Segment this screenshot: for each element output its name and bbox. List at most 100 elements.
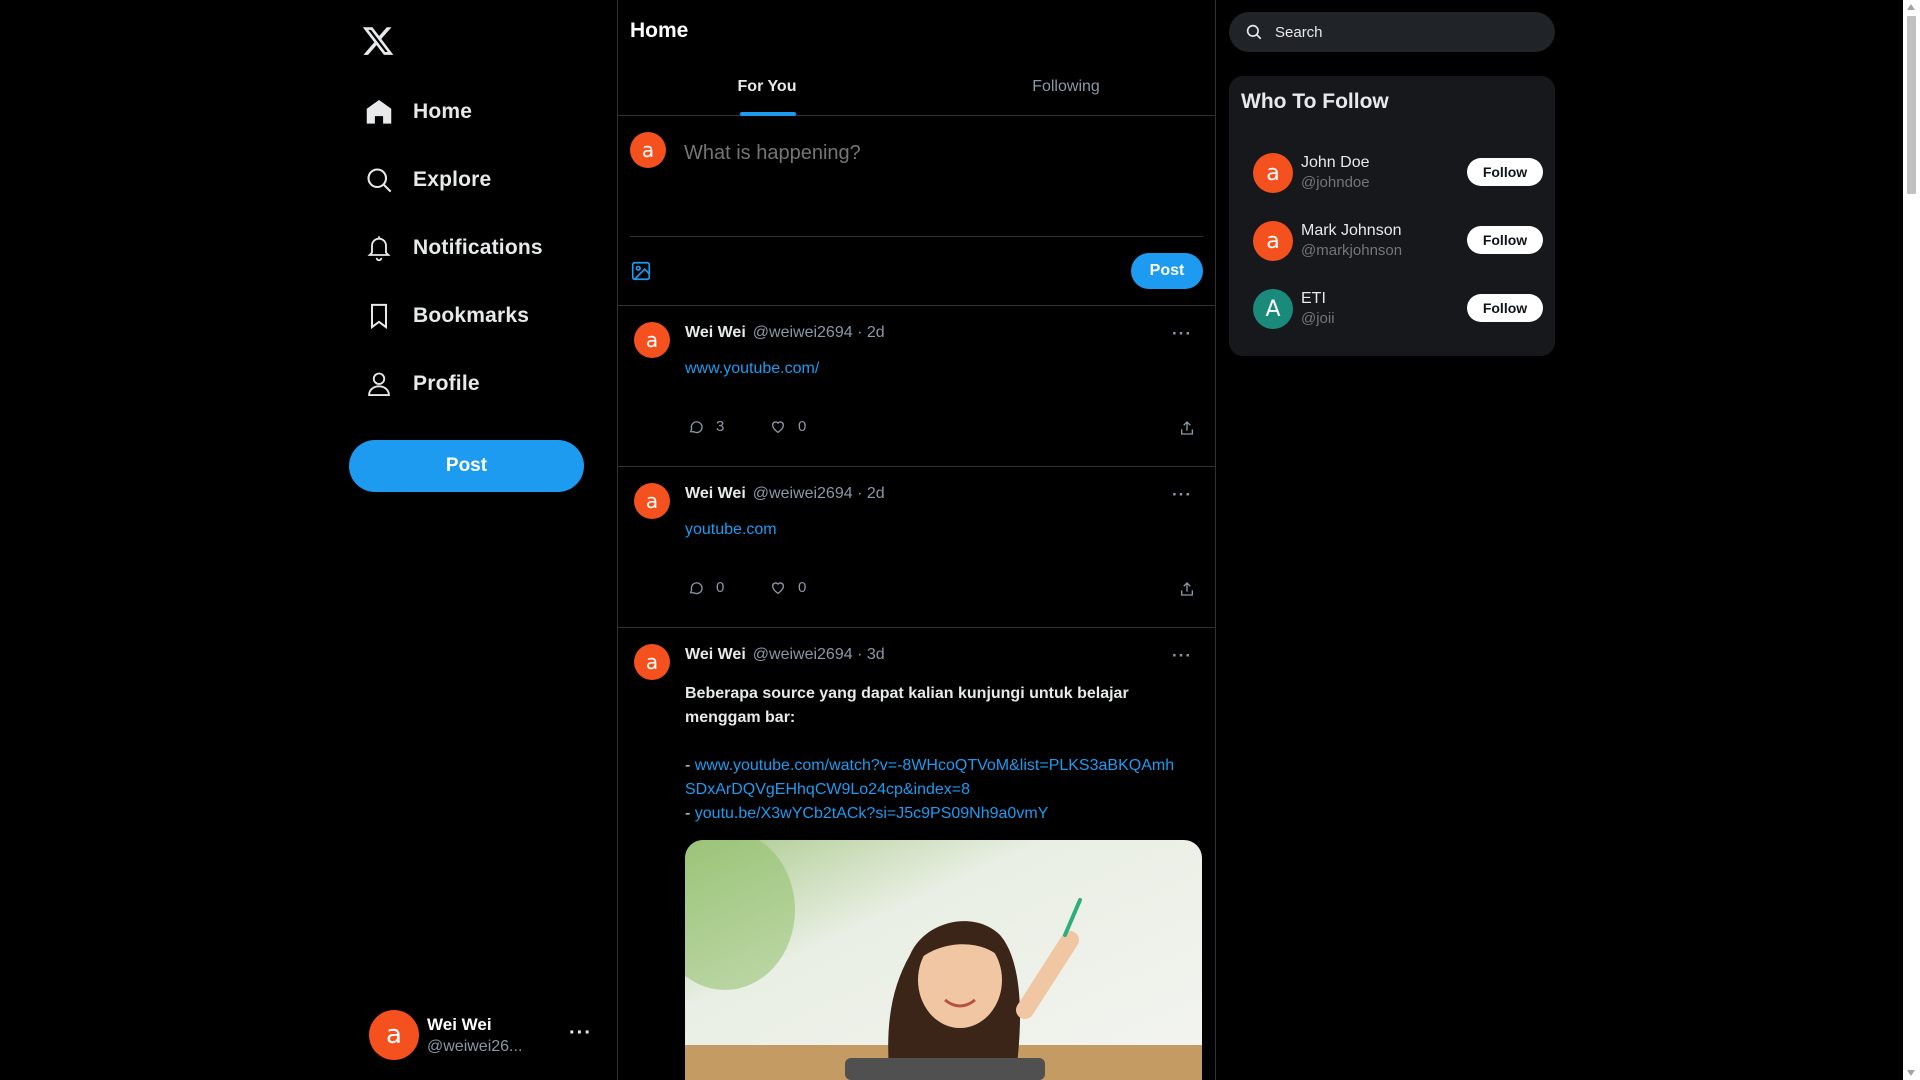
follow-button[interactable]: Follow (1467, 226, 1543, 254)
like-count: 0 (798, 418, 807, 435)
avatar: A (1253, 289, 1293, 329)
bell-icon (364, 233, 394, 263)
sidebar-item-bookmarks[interactable]: Bookmarks (364, 294, 529, 338)
tweet-author-name: Wei Wei (685, 646, 746, 663)
avatar: a (630, 132, 666, 168)
follow-suggestion[interactable]: a Mark Johnson @markjohnson Follow (1253, 219, 1543, 263)
search-icon (1245, 23, 1263, 41)
compose-post-button[interactable]: Post (1131, 253, 1203, 289)
reply-button[interactable]: 0 (688, 579, 724, 596)
avatar: a (634, 644, 670, 680)
sidebar-item-explore[interactable]: Explore (364, 158, 491, 202)
tweet-image[interactable] (685, 840, 1202, 1080)
compose-input[interactable] (684, 142, 1194, 165)
more-icon[interactable]: ··· (1171, 646, 1193, 666)
reply-count: 3 (716, 418, 725, 435)
follow-suggestion[interactable]: a John Doe @johndoe Follow (1253, 151, 1543, 195)
home-icon (364, 97, 394, 127)
avatar: a (1253, 221, 1293, 261)
search-icon (364, 165, 394, 195)
suggestion-handle: @johndoe (1301, 174, 1370, 191)
follow-suggestion[interactable]: A ETI @joii Follow (1253, 287, 1543, 331)
tab-label: Following (1032, 78, 1100, 95)
page-scrollbar[interactable] (1903, 0, 1920, 1080)
suggestion-handle: @joii (1301, 310, 1335, 327)
reply-button[interactable]: 3 (688, 418, 724, 435)
heart-icon (771, 581, 785, 594)
scroll-up-arrow-icon[interactable] (1907, 4, 1915, 10)
sidebar-item-profile[interactable]: Profile (364, 362, 480, 406)
tweet-author-name: Wei Wei (685, 324, 746, 341)
more-icon[interactable]: ··· (1171, 485, 1193, 505)
x-logo-icon[interactable] (361, 24, 395, 58)
panel-title: Who To Follow (1241, 90, 1389, 113)
suggestion-handle: @markjohnson (1301, 242, 1403, 259)
tab-for-you[interactable]: For You (618, 58, 916, 116)
scroll-down-arrow-icon[interactable] (1907, 1070, 1915, 1076)
follow-button[interactable]: Follow (1467, 158, 1543, 186)
reply-icon (689, 581, 703, 594)
list-dash: - (685, 805, 695, 822)
sidebar-item-label: Bookmarks (413, 304, 530, 327)
search-input[interactable] (1275, 23, 1535, 41)
account-switcher[interactable]: a Wei Wei @weiwei26... ··· (369, 1010, 592, 1060)
tweet-actions: 3 0 (685, 418, 1195, 442)
composer: a Post (618, 116, 1215, 306)
heart-icon (771, 420, 785, 433)
tweet-actions: 0 0 (685, 579, 1195, 603)
sidebar-item-label: Profile (413, 372, 480, 395)
sidebar-item-label: Explore (413, 168, 492, 191)
search-bar[interactable] (1229, 12, 1555, 52)
like-count: 0 (798, 579, 807, 596)
user-icon (364, 369, 394, 399)
tweet[interactable]: a Wei Wei @weiwei2694 · 2d ··· www.youtu… (618, 306, 1215, 467)
like-button[interactable]: 0 (770, 418, 806, 435)
tweet-link[interactable]: youtu.be/X3wYCb2tACk?si=J5c9PS09Nh9a0vmY (695, 805, 1049, 822)
tweet-link[interactable]: www.youtube.com/ (685, 360, 819, 378)
account-handle: @weiwei26... (427, 1037, 523, 1055)
tweet-text: Beberapa source yang dapat kalian kunjun… (685, 685, 1129, 726)
page-title: Home (630, 19, 689, 42)
avatar: a (634, 483, 670, 519)
image-icon[interactable] (630, 260, 652, 282)
timeline-tabs: For You Following (618, 58, 1215, 116)
more-icon[interactable]: ··· (569, 1022, 592, 1045)
share-icon[interactable] (1179, 581, 1195, 597)
tweet-handle-time: @weiwei2694 · 2d (752, 485, 885, 502)
tweet-links: - www.youtube.com/watch?v=-8WHcoQTVoM&li… (685, 754, 1175, 826)
sidebar-item-home[interactable]: Home (364, 90, 472, 134)
avatar: a (1253, 153, 1293, 193)
like-button[interactable]: 0 (770, 579, 806, 596)
tweet-handle-time: @weiwei2694 · 3d (752, 646, 885, 663)
share-icon[interactable] (1179, 420, 1195, 436)
tweet[interactable]: a Wei Wei @weiwei2694 · 3d ··· Beberapa … (618, 628, 1215, 1080)
tweet-link[interactable]: youtube.com (685, 521, 777, 539)
avatar: a (634, 322, 670, 358)
tweet-handle-time: @weiwei2694 · 2d (752, 324, 885, 341)
sidebar-item-notifications[interactable]: Notifications (364, 226, 543, 270)
suggestion-name: ETI (1301, 290, 1326, 307)
who-to-follow-panel: Who To Follow a John Doe @johndoe Follow… (1229, 76, 1555, 356)
account-name: Wei Wei (427, 1014, 492, 1034)
reply-count: 0 (716, 579, 725, 596)
follow-button[interactable]: Follow (1467, 294, 1543, 322)
reply-icon (689, 420, 703, 433)
main-timeline: Home For You Following a Post a Wei Wei … (617, 0, 1216, 1080)
list-dash: - (685, 757, 695, 774)
left-sidebar: Home Explore Notifications Bookmarks Pro… (0, 0, 617, 1080)
post-button[interactable]: Post (349, 440, 584, 492)
avatar: a (369, 1010, 419, 1060)
tweet-link[interactable]: www.youtube.com/watch?v=-8WHcoQTVoM&list… (685, 757, 1174, 798)
sidebar-item-label: Notifications (413, 236, 543, 259)
tab-label: For You (737, 78, 797, 95)
suggestion-name: Mark Johnson (1301, 222, 1402, 239)
more-icon[interactable]: ··· (1171, 324, 1193, 344)
tweet-author-name: Wei Wei (685, 485, 746, 502)
divider (630, 236, 1203, 237)
suggestion-name: John Doe (1301, 154, 1370, 171)
bookmark-icon (364, 301, 394, 331)
tab-following[interactable]: Following (917, 58, 1215, 116)
sidebar-item-label: Home (413, 100, 473, 123)
scrollbar-thumb[interactable] (1907, 16, 1916, 194)
tweet[interactable]: a Wei Wei @weiwei2694 · 2d ··· youtube.c… (618, 467, 1215, 628)
